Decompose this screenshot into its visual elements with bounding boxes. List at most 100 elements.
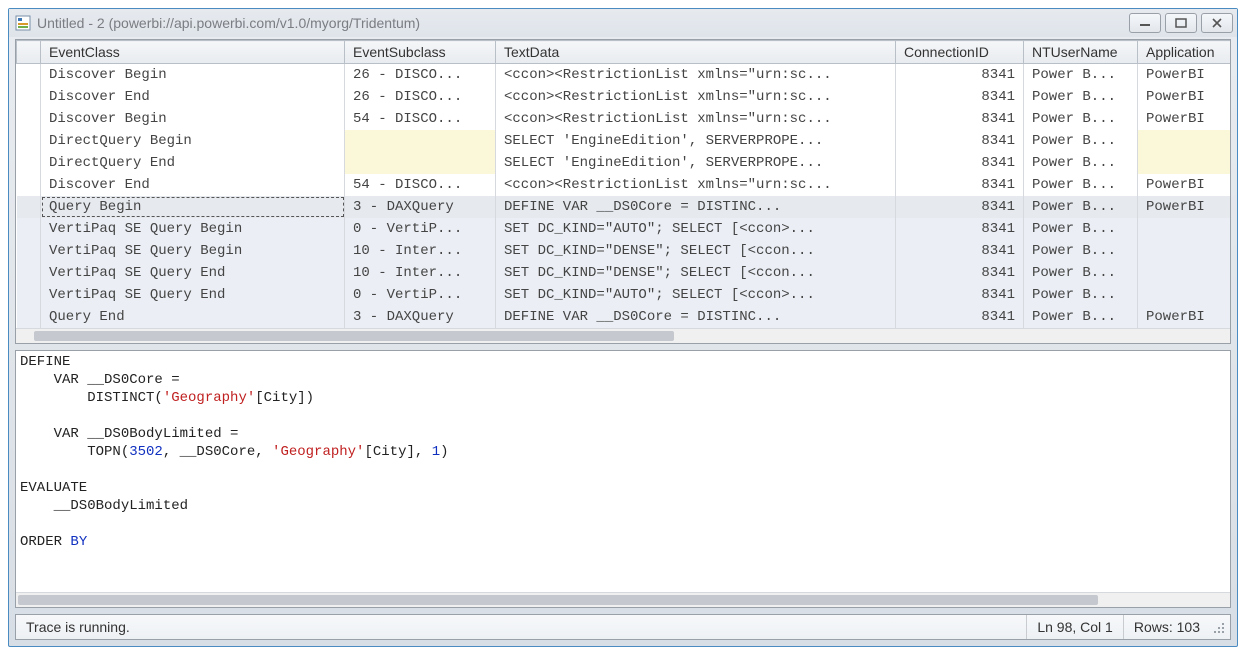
- table-row[interactable]: Discover End26 - DISCO...<ccon><Restrict…: [17, 86, 1231, 108]
- cell-eventclass: VertiPaq SE Query End: [41, 262, 345, 284]
- cell-ntuser: Power B...: [1024, 240, 1138, 262]
- resize-grip-icon[interactable]: [1210, 619, 1226, 635]
- cell-appname: [1138, 240, 1231, 262]
- table-header-row-selector[interactable]: [17, 41, 41, 64]
- maximize-button[interactable]: [1165, 13, 1197, 33]
- cell-connid: 8341: [896, 240, 1024, 262]
- cell-ntuser: Power B...: [1024, 64, 1138, 87]
- cell-rowhdr: [17, 218, 41, 240]
- query-text-editor[interactable]: DEFINE VAR __DS0Core = DISTINCT('Geograp…: [16, 351, 1230, 592]
- trace-table[interactable]: EventClass EventSubclass TextData Connec…: [16, 40, 1230, 328]
- window-title: Untitled - 2 (powerbi://api.powerbi.com/…: [37, 15, 1129, 31]
- cell-connid: 8341: [896, 174, 1024, 196]
- cell-appname: [1138, 152, 1231, 174]
- cell-eventsub: [345, 152, 496, 174]
- cell-rowhdr: [17, 240, 41, 262]
- cell-textdata: DEFINE VAR __DS0Core = DISTINC...: [496, 306, 896, 328]
- scrollbar-thumb[interactable]: [34, 331, 674, 341]
- cell-eventclass: VertiPaq SE Query Begin: [41, 218, 345, 240]
- cell-eventsub: 26 - DISCO...: [345, 64, 496, 87]
- cell-textdata: SELECT 'EngineEdition', SERVERPROPE...: [496, 152, 896, 174]
- cell-textdata: SET DC_KIND="AUTO"; SELECT [<ccon>...: [496, 218, 896, 240]
- table-row[interactable]: Discover Begin54 - DISCO...<ccon><Restri…: [17, 108, 1231, 130]
- cell-connid: 8341: [896, 108, 1024, 130]
- cell-rowhdr: [17, 284, 41, 306]
- cell-connid: 8341: [896, 262, 1024, 284]
- cell-rowhdr: [17, 306, 41, 328]
- cell-appname: PowerBI: [1138, 174, 1231, 196]
- col-eventsubclass[interactable]: EventSubclass: [345, 41, 496, 64]
- cell-connid: 8341: [896, 306, 1024, 328]
- col-applicationname[interactable]: Application: [1138, 41, 1231, 64]
- cell-eventclass: VertiPaq SE Query Begin: [41, 240, 345, 262]
- table-row[interactable]: DirectQuery Begin SELECT 'EngineEdition'…: [17, 130, 1231, 152]
- cell-ntuser: Power B...: [1024, 284, 1138, 306]
- table-row[interactable]: Query Begin3 - DAXQueryDEFINE VAR __DS0C…: [17, 196, 1231, 218]
- cell-textdata: SET DC_KIND="DENSE"; SELECT [<ccon...: [496, 262, 896, 284]
- cell-rowhdr: [17, 196, 41, 218]
- detail-panel: DEFINE VAR __DS0Core = DISTINCT('Geograp…: [15, 350, 1231, 608]
- col-ntusername[interactable]: NTUserName: [1024, 41, 1138, 64]
- cell-appname: PowerBI: [1138, 86, 1231, 108]
- table-row[interactable]: VertiPaq SE Query End10 - Inter...SET DC…: [17, 262, 1231, 284]
- status-row-count: Rows: 103: [1123, 615, 1210, 639]
- cell-rowhdr: [17, 174, 41, 196]
- trace-window: Untitled - 2 (powerbi://api.powerbi.com/…: [8, 8, 1238, 647]
- status-cursor-position: Ln 98, Col 1: [1026, 615, 1123, 639]
- cell-connid: 8341: [896, 86, 1024, 108]
- cell-textdata: <ccon><RestrictionList xmlns="urn:sc...: [496, 86, 896, 108]
- trace-grid-panel: EventClass EventSubclass TextData Connec…: [15, 39, 1231, 344]
- status-message: Trace is running.: [16, 615, 1026, 639]
- minimize-button[interactable]: [1129, 13, 1161, 33]
- cell-eventsub: 0 - VertiP...: [345, 284, 496, 306]
- cell-textdata: <ccon><RestrictionList xmlns="urn:sc...: [496, 64, 896, 87]
- cell-rowhdr: [17, 152, 41, 174]
- cell-ntuser: Power B...: [1024, 152, 1138, 174]
- cell-connid: 8341: [896, 218, 1024, 240]
- cell-ntuser: Power B...: [1024, 86, 1138, 108]
- cell-eventclass: DirectQuery End: [41, 152, 345, 174]
- titlebar[interactable]: Untitled - 2 (powerbi://api.powerbi.com/…: [9, 9, 1237, 37]
- cell-ntuser: Power B...: [1024, 130, 1138, 152]
- table-header-row[interactable]: EventClass EventSubclass TextData Connec…: [17, 41, 1231, 64]
- cell-eventsub: 0 - VertiP...: [345, 218, 496, 240]
- close-button[interactable]: [1201, 13, 1233, 33]
- cell-connid: 8341: [896, 196, 1024, 218]
- app-icon: [15, 15, 31, 31]
- col-connectionid[interactable]: ConnectionID: [896, 41, 1024, 64]
- table-row[interactable]: Discover End54 - DISCO...<ccon><Restrict…: [17, 174, 1231, 196]
- cell-rowhdr: [17, 64, 41, 87]
- cell-textdata: DEFINE VAR __DS0Core = DISTINC...: [496, 196, 896, 218]
- cell-eventsub: 10 - Inter...: [345, 240, 496, 262]
- cell-eventsub: 3 - DAXQuery: [345, 196, 496, 218]
- table-row[interactable]: Query End3 - DAXQueryDEFINE VAR __DS0Cor…: [17, 306, 1231, 328]
- cell-connid: 8341: [896, 130, 1024, 152]
- grid-horizontal-scrollbar[interactable]: [16, 328, 1230, 343]
- table-row[interactable]: VertiPaq SE Query Begin10 - Inter...SET …: [17, 240, 1231, 262]
- cell-eventclass: Discover Begin: [41, 64, 345, 87]
- cell-eventclass: Query Begin: [41, 196, 345, 218]
- cell-eventclass: Query End: [41, 306, 345, 328]
- cell-rowhdr: [17, 86, 41, 108]
- cell-rowhdr: [17, 130, 41, 152]
- cell-textdata: SELECT 'EngineEdition', SERVERPROPE...: [496, 130, 896, 152]
- cell-eventsub: 3 - DAXQuery: [345, 306, 496, 328]
- cell-appname: [1138, 284, 1231, 306]
- table-row[interactable]: VertiPaq SE Query Begin0 - VertiP...SET …: [17, 218, 1231, 240]
- table-row[interactable]: DirectQuery End SELECT 'EngineEdition', …: [17, 152, 1231, 174]
- cell-appname: PowerBI: [1138, 108, 1231, 130]
- cell-eventclass: DirectQuery Begin: [41, 130, 345, 152]
- cell-appname: PowerBI: [1138, 64, 1231, 87]
- cell-ntuser: Power B...: [1024, 196, 1138, 218]
- detail-horizontal-scrollbar[interactable]: [16, 592, 1230, 607]
- cell-connid: 8341: [896, 152, 1024, 174]
- cell-appname: PowerBI: [1138, 196, 1231, 218]
- cell-ntuser: Power B...: [1024, 174, 1138, 196]
- col-textdata[interactable]: TextData: [496, 41, 896, 64]
- cell-eventclass: Discover End: [41, 174, 345, 196]
- scrollbar-thumb[interactable]: [18, 595, 1098, 605]
- table-row[interactable]: Discover Begin26 - DISCO...<ccon><Restri…: [17, 64, 1231, 87]
- col-eventclass[interactable]: EventClass: [41, 41, 345, 64]
- cell-ntuser: Power B...: [1024, 108, 1138, 130]
- table-row[interactable]: VertiPaq SE Query End0 - VertiP...SET DC…: [17, 284, 1231, 306]
